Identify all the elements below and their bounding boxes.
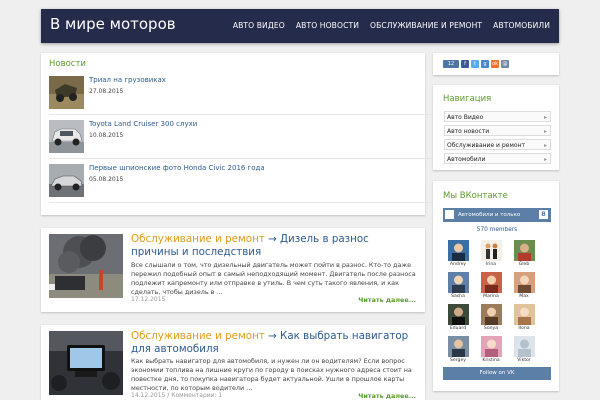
- vk-logo-icon: B: [539, 210, 548, 219]
- news-heading: Новости: [49, 59, 86, 69]
- nav-auto-video[interactable]: АВТО ВИДЕО: [233, 21, 285, 30]
- vk-share-icon[interactable]: 12: [443, 60, 459, 68]
- news-date: 10.08.2015: [89, 132, 124, 139]
- news-date: 05.08.2015: [89, 176, 124, 183]
- arrow-icon: →: [268, 233, 277, 245]
- member-name: Ilona: [518, 326, 530, 331]
- email-share-icon[interactable]: @: [501, 60, 509, 68]
- member-name: Irina: [485, 262, 497, 267]
- nav-widget-item[interactable]: Авто Видео ▸: [444, 111, 551, 122]
- post-title: Обслуживание и ремонт → Дизель в разнос …: [131, 233, 419, 259]
- post-category-link[interactable]: Обслуживание и ремонт: [131, 330, 265, 342]
- post-image[interactable]: [49, 331, 123, 395]
- chevron-right-icon: ▸: [543, 114, 547, 121]
- member-name: Kristina: [482, 358, 500, 363]
- member-avatar[interactable]: [481, 272, 502, 293]
- member-name: Gleb: [518, 262, 530, 267]
- member-name: Max: [519, 294, 529, 299]
- news-title[interactable]: Триал на грузовиках: [89, 76, 166, 84]
- nav-widget-item[interactable]: Автомобили ▸: [444, 153, 551, 164]
- chevron-right-icon: ▸: [543, 128, 547, 135]
- post-excerpt: Как выбрать навигатор для автомобиля, и …: [131, 357, 412, 392]
- post-date: 17.12.2015: [131, 296, 166, 303]
- vk-group-name: Автомобили и только: [458, 212, 521, 218]
- news-item: Триал на грузовиках 27.08.2015: [49, 76, 417, 114]
- news-date: 27.08.2015: [89, 88, 124, 95]
- nav-widget-label: Автомобили: [447, 156, 486, 163]
- site-title[interactable]: В мире моторов: [50, 15, 176, 33]
- post-image[interactable]: [49, 234, 123, 298]
- divider: [49, 202, 457, 203]
- member-name: Eduard: [449, 326, 467, 331]
- member-avatar[interactable]: [514, 240, 535, 261]
- member-avatar[interactable]: [514, 304, 535, 325]
- news-title[interactable]: Первые шпионские фото Honda Civic 2016 г…: [89, 164, 265, 172]
- member-avatar[interactable]: [481, 336, 502, 357]
- vk-widget: Мы ВКонтакте Автомобили и только B 570 m…: [433, 181, 559, 391]
- divider: [49, 114, 457, 115]
- post-date: 14.12.2015 / Комментарии: 1: [131, 392, 223, 399]
- vk-members-count: 570 members: [476, 227, 518, 233]
- nav-service-repair[interactable]: ОБСЛУЖИВАНИЕ И РЕМОНТ: [370, 21, 482, 30]
- news-thumbnail[interactable]: [49, 76, 84, 109]
- chevron-right-icon: ▸: [543, 156, 547, 163]
- main-nav: АВТО ВИДЕО АВТО НОВОСТИ ОБСЛУЖИВАНИЕ И Р…: [233, 21, 550, 30]
- member-name: Marina: [483, 294, 499, 299]
- member-avatar[interactable]: [481, 240, 502, 261]
- read-more-link[interactable]: Читать далее...: [358, 392, 416, 400]
- vk-group-logo-icon: [445, 210, 454, 219]
- mailru-share-icon[interactable]: g: [481, 60, 489, 68]
- post-excerpt: Все слышали о том, что дизельный двигате…: [131, 261, 416, 296]
- twitter-share-icon[interactable]: t: [471, 60, 479, 68]
- navigation-heading: Навигация: [443, 94, 492, 104]
- member-avatar[interactable]: [514, 336, 535, 357]
- nav-auto-news[interactable]: АВТО НОВОСТИ: [296, 21, 359, 30]
- vk-group-header[interactable]: Автомобили и только B: [443, 208, 551, 222]
- nav-widget-item[interactable]: Авто новости ▸: [444, 125, 551, 136]
- facebook-share-icon[interactable]: f: [461, 60, 469, 68]
- vk-follow-button[interactable]: Follow on VK: [443, 367, 551, 380]
- divider: [49, 158, 457, 159]
- member-avatar[interactable]: [448, 272, 469, 293]
- news-item: Toyota Land Cruiser 300 слухи 10.08.2015: [49, 120, 417, 158]
- chevron-right-icon: ▸: [543, 142, 547, 149]
- nav-widget-item[interactable]: Обслуживание и ремонт ▸: [444, 139, 551, 150]
- post-category-link[interactable]: Обслуживание и ремонт: [131, 233, 265, 245]
- member-name: Sonya: [483, 326, 499, 331]
- news-thumbnail[interactable]: [49, 164, 84, 197]
- post-card: Обслуживание и ремонт → Дизель в разнос …: [41, 228, 425, 312]
- navigation-widget: Навигация Авто Видео ▸ Авто новости ▸ Об…: [433, 85, 559, 170]
- member-avatar[interactable]: [448, 240, 469, 261]
- news-panel: Новости Триал на грузовиках 27.08.2015 T…: [41, 53, 457, 215]
- news-thumbnail[interactable]: [49, 120, 84, 153]
- news-item: Первые шпионские фото Honda Civic 2016 г…: [49, 164, 417, 202]
- member-name: Sasha: [451, 294, 465, 299]
- odnoklassniki-share-icon[interactable]: ok: [491, 60, 499, 68]
- member-avatar[interactable]: [448, 336, 469, 357]
- read-more-link[interactable]: Читать далее...: [358, 296, 416, 304]
- post-card: Обслуживание и ремонт → Как выбрать нави…: [41, 325, 425, 400]
- member-avatar[interactable]: [448, 304, 469, 325]
- member-name: Viktor: [517, 358, 531, 363]
- post-title: Обслуживание и ремонт → Как выбрать нави…: [131, 330, 419, 356]
- vk-heading: Мы ВКонтакте: [443, 191, 508, 201]
- member-name: Sergey: [449, 358, 466, 363]
- nav-cars[interactable]: АВТОМОБИЛИ: [493, 21, 550, 30]
- nav-widget-label: Авто новости: [447, 128, 490, 135]
- member-avatar[interactable]: [514, 272, 535, 293]
- member-avatar[interactable]: [481, 304, 502, 325]
- member-name: Andrey: [449, 262, 467, 267]
- arrow-icon: →: [268, 330, 277, 342]
- site-header: В мире моторов АВТО ВИДЕО АВТО НОВОСТИ О…: [41, 9, 559, 43]
- nav-widget-label: Обслуживание и ремонт: [447, 142, 525, 149]
- news-title[interactable]: Toyota Land Cruiser 300 слухи: [89, 120, 197, 128]
- social-share-panel: 12 f t g ok @: [433, 53, 559, 75]
- nav-widget-label: Авто Видео: [447, 114, 484, 121]
